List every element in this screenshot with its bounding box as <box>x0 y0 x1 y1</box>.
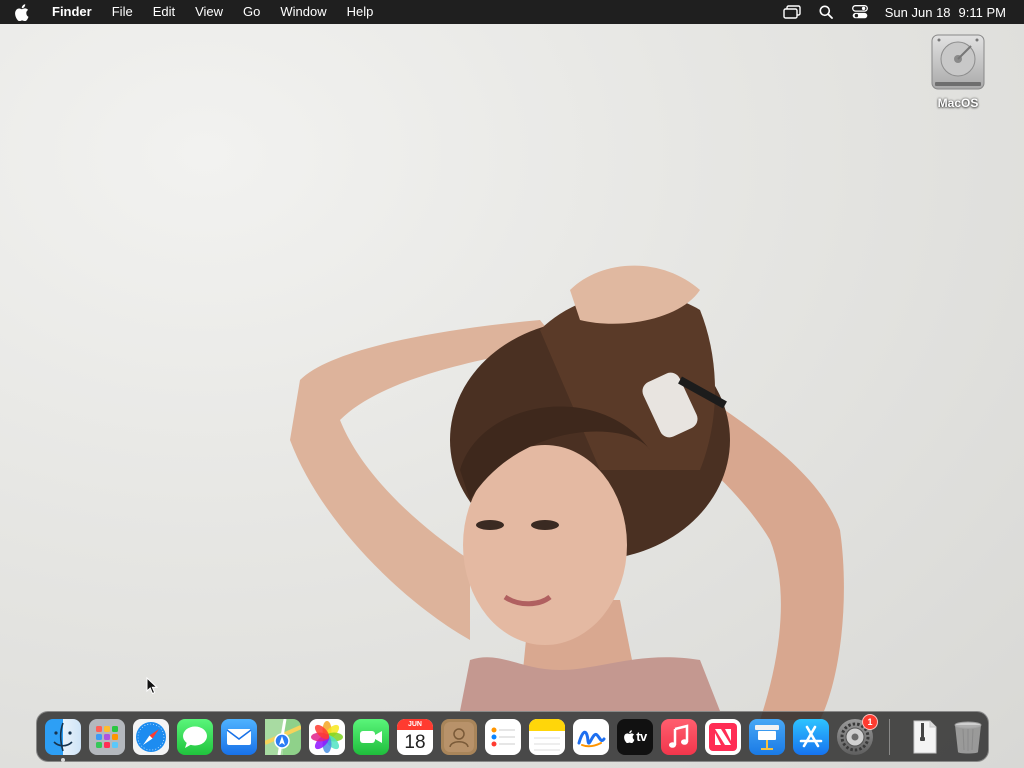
calendar-day: 18 <box>404 731 426 753</box>
keynote-icon <box>755 724 779 750</box>
calendar-month: JUN <box>397 718 433 730</box>
dock-photos[interactable] <box>309 718 345 755</box>
running-indicator <box>61 757 65 762</box>
dock-system-settings[interactable]: 1 <box>837 713 878 755</box>
wallpaper-photo <box>290 265 844 720</box>
hard-drive-icon <box>931 34 985 90</box>
menu-bar-clock[interactable]: Sun Jun 18 9:11 PM <box>877 5 1024 20</box>
dock: JUN 18 tv 1 <box>36 711 989 762</box>
dock-reminders[interactable] <box>485 718 521 755</box>
dock-safari[interactable] <box>133 718 169 755</box>
safari-icon <box>136 721 166 752</box>
dock-notes[interactable] <box>529 718 565 755</box>
dock-facetime[interactable] <box>353 718 389 755</box>
messages-icon <box>183 726 207 748</box>
mail-icon <box>226 728 252 745</box>
dock-finder[interactable] <box>45 718 81 762</box>
dock-separator <box>889 718 890 755</box>
music-icon <box>669 723 689 748</box>
dock-launchpad[interactable] <box>89 718 125 755</box>
desktop-wallpaper <box>0 0 1024 768</box>
menu-go[interactable]: Go <box>233 0 270 24</box>
maps-icon <box>265 718 301 755</box>
mouse-pointer-icon <box>146 677 158 695</box>
reminders-icon <box>491 727 515 746</box>
apple-tv-icon <box>624 730 635 743</box>
dock-trash[interactable] <box>950 719 986 755</box>
menu-view[interactable]: View <box>185 0 233 24</box>
desktop-drive-macos[interactable]: MacOS <box>920 32 996 110</box>
dock-news[interactable] <box>705 718 741 755</box>
clock-date: Sun Jun 18 <box>884 4 951 20</box>
notification-badge: 1 <box>862 713 878 730</box>
notes-icon <box>529 718 565 750</box>
dock-messages[interactable] <box>177 718 213 755</box>
apple-logo-icon[interactable] <box>14 3 38 21</box>
news-icon <box>709 722 737 751</box>
photos-icon <box>311 720 343 753</box>
dock-mail[interactable] <box>221 718 257 755</box>
menu-app-finder[interactable]: Finder <box>46 0 102 24</box>
launchpad-icon <box>96 725 118 748</box>
dock-contacts[interactable] <box>441 718 477 755</box>
menu-file[interactable]: File <box>102 0 143 24</box>
dock-maps[interactable] <box>265 718 301 755</box>
dock-tv[interactable]: tv <box>617 718 653 755</box>
screen-mirroring-icon[interactable] <box>775 0 809 24</box>
dock-music[interactable] <box>661 718 697 755</box>
dock-archive[interactable] <box>906 719 942 755</box>
menu-edit[interactable]: Edit <box>143 0 185 24</box>
contacts-icon <box>444 721 474 752</box>
zip-archive-icon <box>913 720 937 753</box>
finder-icon <box>53 722 73 751</box>
spotlight-search-icon[interactable] <box>809 0 843 24</box>
menu-window[interactable]: Window <box>270 0 336 24</box>
freeform-icon <box>577 730 606 747</box>
control-center-icon[interactable] <box>843 0 877 24</box>
trash-icon <box>954 721 982 753</box>
menu-bar: Finder File Edit View Go Window Help Sun… <box>0 0 1024 24</box>
dock-calendar[interactable]: JUN 18 <box>397 718 433 755</box>
tv-label: tv <box>636 729 647 744</box>
dock-freeform[interactable] <box>573 718 609 755</box>
menu-help[interactable]: Help <box>337 0 384 24</box>
dock-keynote[interactable] <box>749 718 785 755</box>
app-store-icon <box>799 725 823 747</box>
dock-app-store[interactable] <box>793 718 829 755</box>
facetime-icon <box>360 730 382 743</box>
clock-time: 9:11 PM <box>958 4 1006 20</box>
drive-label: MacOS <box>937 96 979 110</box>
